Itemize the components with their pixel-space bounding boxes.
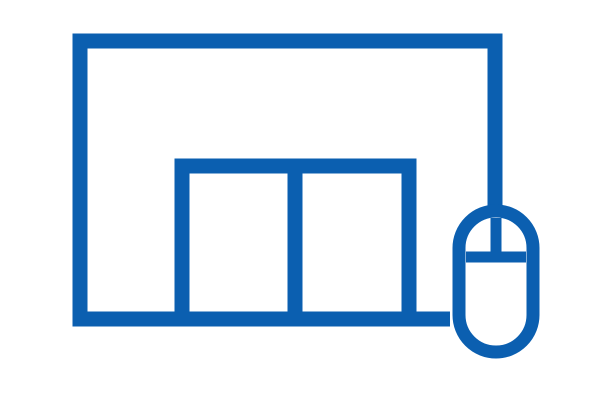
window-left-pane-icon (190, 174, 288, 312)
window-right-pane-icon (303, 174, 401, 312)
desktop-window-with-mouse-icon (72, 33, 540, 359)
icon-canvas (0, 0, 600, 400)
